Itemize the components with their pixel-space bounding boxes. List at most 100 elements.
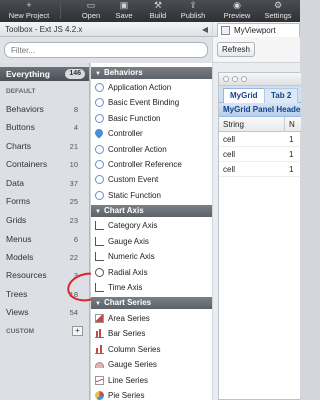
category-label: Trees (6, 289, 28, 299)
list-item[interactable]: Controller Reference (91, 157, 212, 172)
category-label: Containers (6, 159, 48, 169)
filter-input[interactable] (4, 42, 208, 58)
publish-icon: ⇪ (189, 0, 197, 10)
table-cell: cell (223, 150, 236, 159)
list-item[interactable]: Time Axis (91, 280, 212, 295)
window-close-icon[interactable] (223, 76, 229, 82)
save-button[interactable]: ▣ Save (112, 0, 136, 22)
publish-button[interactable]: ⇪ Publish (178, 0, 208, 22)
list-item[interactable]: Static Function (91, 188, 212, 203)
toolbox-header: Toolbox - Ext JS 4.2.x ◀ (0, 22, 212, 37)
grid-panel-header: MyGrid Panel Header (219, 103, 301, 117)
category-label: Charts (6, 141, 32, 151)
category-count: 8 (73, 105, 78, 114)
chevron-down-icon: ▼ (95, 301, 101, 307)
column-header-string[interactable]: String (219, 117, 285, 132)
custom-section-header: CUSTOM (6, 328, 35, 335)
list-item[interactable]: Column Series (91, 342, 212, 357)
category-forms[interactable]: Forms 25 (0, 192, 89, 211)
list-item[interactable]: Radial Axis (91, 265, 212, 280)
list-item[interactable]: Bar Series (91, 326, 212, 341)
category-charts[interactable]: Charts 21 (0, 137, 89, 156)
item-label: Pie Series (108, 391, 145, 400)
list-item[interactable]: Gauge Series (91, 357, 212, 372)
build-button[interactable]: ⚒ Build (146, 0, 170, 22)
list-item[interactable]: Category Axis (91, 218, 212, 233)
item-label: Time Axis (108, 283, 143, 292)
refresh-button[interactable]: Refresh (217, 42, 255, 57)
area-series-icon (95, 314, 104, 323)
window-minimize-icon[interactable] (232, 76, 238, 82)
preview-button[interactable]: ◉ Preview (222, 0, 252, 22)
category-views[interactable]: Views 54 (0, 303, 89, 322)
category-grids[interactable]: Grids 23 (0, 211, 89, 230)
tab-myviewport[interactable]: MyViewport (217, 23, 300, 37)
numeric-axis-icon (95, 252, 104, 261)
list-item[interactable]: Controller (91, 126, 212, 141)
tab-label: MyViewport (234, 26, 276, 35)
category-data[interactable]: Data 37 (0, 174, 89, 193)
list-item[interactable]: Line Series (91, 373, 212, 388)
window-zoom-icon[interactable] (241, 76, 247, 82)
settings-button[interactable]: ⚙ Settings (260, 0, 296, 22)
list-item[interactable]: Pie Series (91, 388, 212, 400)
list-item[interactable]: Area Series (91, 311, 212, 326)
table-row[interactable]: cell 1 (219, 162, 301, 177)
tab-2[interactable]: Tab 2 (264, 88, 299, 103)
category-buttons[interactable]: Buttons 4 (0, 118, 89, 137)
tab-mygrid[interactable]: MyGrid (223, 88, 265, 103)
gauge-axis-icon (95, 237, 104, 246)
table-row[interactable]: cell 1 (219, 147, 301, 162)
new-project-icon: + (26, 0, 32, 10)
controller-icon (93, 127, 105, 139)
category-everything[interactable]: Everything 146 (0, 67, 89, 81)
list-item[interactable]: Controller Action (91, 142, 212, 157)
toolbox-title: Toolbox - Ext JS 4.2.x (5, 25, 83, 34)
list-item[interactable]: Numeric Axis (91, 249, 212, 264)
list-item[interactable]: Gauge Axis (91, 234, 212, 249)
line-series-icon (95, 376, 104, 385)
time-axis-icon (95, 283, 104, 292)
category-behaviors[interactable]: Behaviors 8 (0, 100, 89, 119)
preview-window: MyGrid Tab 2 MyGrid Panel Header String … (218, 72, 301, 400)
group-header-behaviors[interactable]: ▼ Behaviors (91, 67, 212, 79)
open-button[interactable]: ▭ Open (79, 0, 103, 22)
category-count: 54 (69, 308, 78, 317)
category-label: Grids (6, 215, 27, 225)
item-label: Controller (108, 129, 143, 138)
preview-icon: ◉ (233, 0, 241, 10)
new-project-button[interactable]: + New Project (2, 0, 56, 22)
category-count-badge: 146 (65, 69, 85, 79)
item-label: Numeric Axis (108, 252, 155, 261)
list-item[interactable]: Basic Function (91, 111, 212, 126)
list-item[interactable]: Custom Event (91, 172, 212, 187)
item-label: Controller Action (108, 145, 167, 154)
collapse-left-icon[interactable]: ◀ (202, 22, 208, 37)
category-menus[interactable]: Menus 6 (0, 230, 89, 249)
category-label: Menus (6, 234, 32, 244)
group-header-chart-series[interactable]: ▼ Chart Series (91, 297, 212, 309)
category-models[interactable]: Models 22 (0, 248, 89, 267)
category-count: 22 (69, 253, 78, 262)
list-item[interactable]: Basic Event Binding (91, 95, 212, 110)
filter-bar (0, 37, 212, 63)
controller-reference-icon (95, 160, 104, 169)
custom-event-icon (95, 175, 104, 184)
add-custom-button[interactable]: + (72, 326, 83, 336)
column-header-number[interactable]: N (286, 117, 295, 132)
default-section-header: DEFAULT (6, 88, 36, 95)
table-cell: 1 (289, 165, 294, 174)
category-label: Data (6, 178, 24, 188)
radial-axis-icon (95, 268, 104, 277)
category-label: Models (6, 252, 34, 262)
action-icon (95, 83, 104, 92)
table-row[interactable]: cell 1 (219, 132, 301, 147)
category-count: 21 (69, 142, 78, 151)
list-item[interactable]: Application Action (91, 80, 212, 95)
category-label: Buttons (6, 122, 35, 132)
category-list: Everything 146 DEFAULT Behaviors 8 Button… (0, 63, 90, 400)
group-header-chart-axis[interactable]: ▼ Chart Axis (91, 205, 212, 217)
category-containers[interactable]: Containers 10 (0, 155, 89, 174)
editor-tab-bar: MyViewport (213, 22, 300, 37)
group-label: Chart Axis (103, 206, 144, 215)
